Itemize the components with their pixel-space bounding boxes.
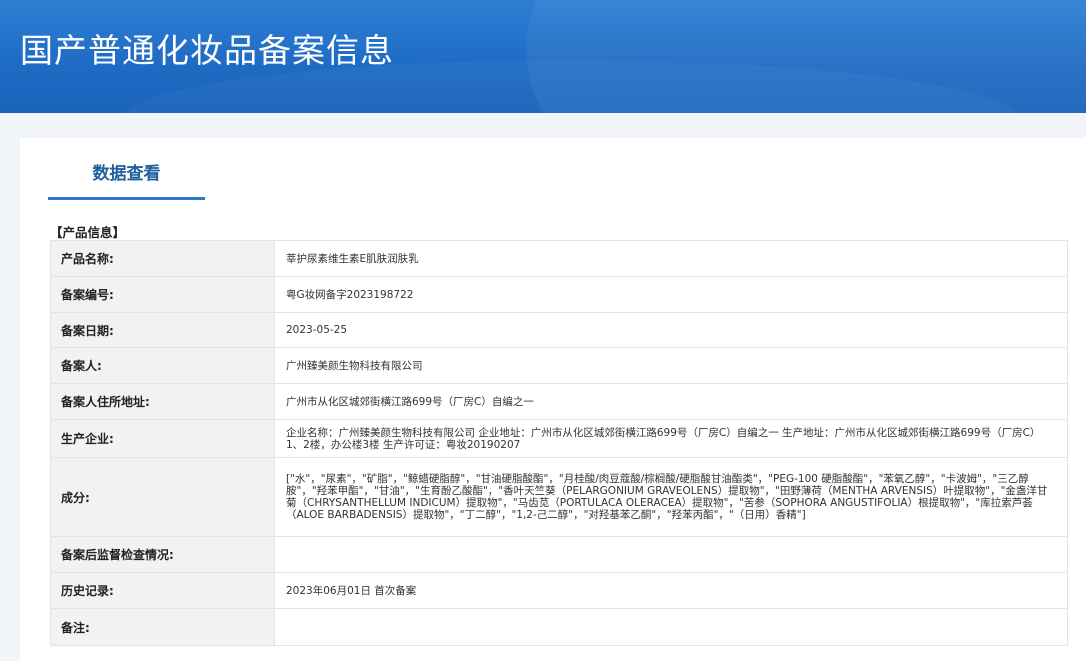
- table-row: 备案后监督检查情况:: [50, 536, 1068, 573]
- table-row: 产品名称: 莘护尿素维生素E肌肤润肤乳: [50, 240, 1068, 277]
- product-info-table: 产品名称: 莘护尿素维生素E肌肤润肤乳 备案编号: 粤G妆网备字20231987…: [50, 240, 1068, 646]
- row-value: 2023年06月01日 首次备案: [274, 572, 1068, 609]
- row-value: 粤G妆网备字2023198722: [274, 276, 1068, 313]
- row-value: 广州臻美颜生物科技有限公司: [274, 347, 1068, 384]
- row-label: 生产企业:: [50, 419, 275, 458]
- row-value: 广州市从化区城郊街横江路699号（厂房C）自编之一: [274, 383, 1068, 420]
- table-row: 成分: ["水"，"尿素"，"矿脂"，"鲸蜡硬脂醇"，"甘油硬脂酸酯"，"月桂酸…: [50, 457, 1068, 537]
- row-label: 备案日期:: [50, 312, 275, 348]
- table-row: 备案编号: 粤G妆网备字2023198722: [50, 276, 1068, 313]
- table-row: 备案人住所地址: 广州市从化区城郊街横江路699号（厂房C）自编之一: [50, 383, 1068, 420]
- row-value: 莘护尿素维生素E肌肤润肤乳: [274, 240, 1068, 277]
- tab-data-view[interactable]: 数据查看: [48, 138, 205, 200]
- section-title: 【产品信息】: [50, 225, 126, 240]
- row-label: 历史记录:: [50, 572, 275, 609]
- row-value: 2023-05-25: [274, 312, 1068, 348]
- table-row: 备案日期: 2023-05-25: [50, 312, 1068, 348]
- tab-label: 数据查看: [92, 164, 161, 184]
- table-row: 生产企业: 企业名称：广州臻美颜生物科技有限公司 企业地址：广州市从化区城郊街横…: [50, 419, 1068, 458]
- page-title: 国产普通化妆品备案信息: [20, 31, 394, 70]
- row-label: 产品名称:: [50, 240, 275, 277]
- row-value: ["水"，"尿素"，"矿脂"，"鲸蜡硬脂醇"，"甘油硬脂酸酯"，"月桂酸/肉豆蔻…: [274, 457, 1068, 537]
- row-value: 企业名称：广州臻美颜生物科技有限公司 企业地址：广州市从化区城郊街横江路699号…: [274, 419, 1068, 458]
- row-label: 备注:: [50, 608, 275, 646]
- row-value: [274, 536, 1068, 573]
- row-label: 备案人住所地址:: [50, 383, 275, 420]
- row-label: 备案后监督检查情况:: [50, 536, 275, 573]
- table-row: 备案人: 广州臻美颜生物科技有限公司: [50, 347, 1068, 384]
- row-label: 备案人:: [50, 347, 275, 384]
- table-row: 备注:: [50, 608, 1068, 646]
- row-label: 成分:: [50, 457, 275, 537]
- row-value: [274, 608, 1068, 646]
- row-label: 备案编号:: [50, 276, 275, 313]
- table-row: 历史记录: 2023年06月01日 首次备案: [50, 572, 1068, 609]
- header-banner: 国产普通化妆品备案信息: [0, 0, 1086, 113]
- content-panel: 数据查看 【产品信息】 产品名称: 莘护尿素维生素E肌肤润肤乳 备案编号: 粤G…: [20, 138, 1086, 661]
